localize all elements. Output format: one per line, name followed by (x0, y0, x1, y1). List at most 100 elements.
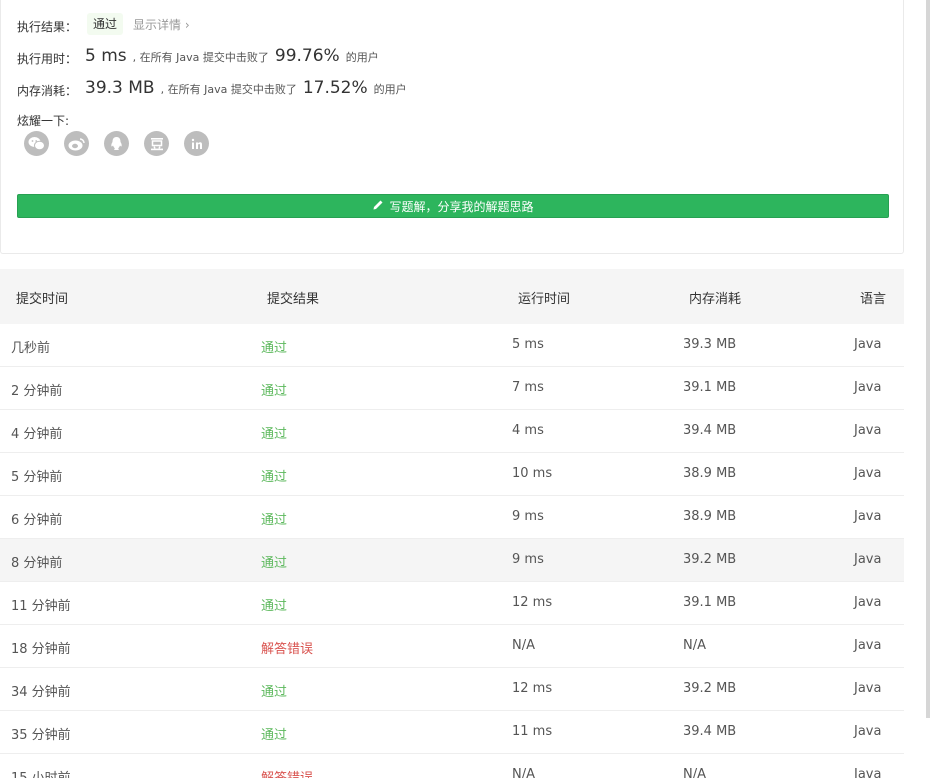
result-label: 执行结果： (17, 20, 78, 34)
share-buttons (24, 131, 209, 156)
cell-memory: 38.9 MB (683, 509, 737, 524)
memory-middle-text: , 在所有 Java 提交中击败了 (160, 83, 297, 96)
cell-runtime: 12 ms (512, 681, 553, 696)
cell-language: Java (854, 380, 882, 395)
table-row[interactable]: 34 分钟前 通过 12 ms 39.2 MB Java (0, 668, 904, 711)
header-submit-time: 提交时间 (16, 292, 69, 307)
cell-language: Java (854, 423, 882, 438)
cell-memory: 38.9 MB (683, 466, 737, 481)
cell-submit-time: 35 分钟前 (11, 728, 71, 743)
cell-memory: 39.4 MB (683, 423, 737, 438)
table-row[interactable]: 15 小时前 解答错误 N/A N/A Java (0, 754, 904, 778)
cell-language: Java (854, 681, 882, 696)
header-runtime: 运行时间 (518, 292, 571, 307)
scrollbar[interactable] (926, 0, 930, 718)
cell-language: Java (854, 595, 882, 610)
cell-runtime: N/A (512, 638, 535, 653)
table-row[interactable]: 几秒前 通过 5 ms 39.3 MB Java (0, 324, 904, 367)
memory-percent: 17.52% (302, 78, 368, 98)
weibo-icon[interactable] (64, 131, 89, 156)
cell-runtime: N/A (512, 767, 535, 778)
share-label: 炫耀一下: (17, 114, 70, 128)
qq-icon[interactable] (104, 131, 129, 156)
douban-icon[interactable] (144, 131, 169, 156)
cell-memory: 39.1 MB (683, 595, 737, 610)
write-solution-button[interactable]: 写题解，分享我的解题思路 (17, 194, 889, 218)
cell-runtime: 5 ms (512, 337, 544, 352)
table-row[interactable]: 6 分钟前 通过 9 ms 38.9 MB Java (0, 496, 904, 539)
cell-submit-time: 5 分钟前 (11, 470, 63, 485)
cell-submit-result[interactable]: 解答错误 (261, 767, 313, 778)
memory-label: 内存消耗： (17, 84, 78, 98)
cell-submit-result[interactable]: 通过 (261, 337, 287, 356)
cell-submit-result[interactable]: 通过 (261, 724, 287, 743)
table-row[interactable]: 4 分钟前 通过 4 ms 39.4 MB Java (0, 410, 904, 453)
write-solution-label: 写题解，分享我的解题思路 (389, 199, 534, 214)
table-row[interactable]: 5 分钟前 通过 10 ms 38.9 MB Java (0, 453, 904, 496)
header-language: 语言 (860, 292, 887, 307)
show-details-link[interactable]: 显示详情 › (133, 16, 190, 33)
runtime-middle-text: , 在所有 Java 提交中击败了 (132, 51, 269, 64)
cell-submit-time: 4 分钟前 (11, 427, 63, 442)
memory-value: 39.3 MB (85, 78, 155, 98)
cell-submit-result[interactable]: 通过 (261, 681, 287, 700)
cell-runtime: 11 ms (512, 724, 553, 739)
cell-memory: 39.3 MB (683, 337, 737, 352)
runtime-percent: 99.76% (274, 46, 340, 66)
header-memory: 内存消耗 (689, 292, 742, 307)
cell-language: Java (854, 552, 882, 567)
cell-language: Java (854, 724, 882, 739)
cell-submit-result[interactable]: 通过 (261, 423, 287, 442)
cell-memory: N/A (683, 638, 706, 653)
cell-memory: 39.1 MB (683, 380, 737, 395)
cell-submit-time: 11 分钟前 (11, 599, 71, 614)
cell-submit-time: 几秒前 (11, 341, 51, 356)
cell-submit-time: 18 分钟前 (11, 642, 71, 657)
cell-memory: 39.4 MB (683, 724, 737, 739)
runtime-value: 5 ms (85, 46, 127, 66)
runtime-line: 5 ms , 在所有 Java 提交中击败了 99.76% 的用户 (85, 46, 379, 66)
runtime-label: 执行用时： (17, 52, 78, 66)
cell-memory: 39.2 MB (683, 681, 737, 696)
cell-submit-time: 15 小时前 (11, 767, 71, 778)
table-header: 提交时间 提交结果 运行时间 内存消耗 语言 (0, 269, 904, 324)
table-row[interactable]: 35 分钟前 通过 11 ms 39.4 MB Java (0, 711, 904, 754)
cell-memory: N/A (683, 767, 706, 778)
table-row[interactable]: 8 分钟前 通过 9 ms 39.2 MB Java (0, 539, 904, 582)
linkedin-icon[interactable] (184, 131, 209, 156)
cell-runtime: 12 ms (512, 595, 553, 610)
cell-runtime: 9 ms (512, 509, 544, 524)
cell-submit-time: 2 分钟前 (11, 384, 63, 399)
cell-runtime: 4 ms (512, 423, 544, 438)
table-row[interactable]: 18 分钟前 解答错误 N/A N/A Java (0, 625, 904, 668)
submissions-table: 提交时间 提交结果 运行时间 内存消耗 语言 几秒前 通过 5 ms 39.3 MB J… (0, 269, 904, 778)
result-card: 执行结果： 通过 显示详情 › 执行用时： 5 ms , 在所有 Java 提交… (0, 0, 904, 254)
cell-submit-result[interactable]: 通过 (261, 466, 287, 485)
cell-submit-result[interactable]: 解答错误 (261, 638, 313, 657)
cell-language: Java (854, 466, 882, 481)
cell-language: Java (854, 767, 882, 778)
table-row[interactable]: 2 分钟前 通过 7 ms 39.1 MB Java (0, 367, 904, 410)
cell-language: Java (854, 509, 882, 524)
table-body: 几秒前 通过 5 ms 39.3 MB Java 2 分钟前 通过 7 ms 39.1 MB Ja… (0, 324, 904, 778)
cell-runtime: 10 ms (512, 466, 553, 481)
cell-language: Java (854, 337, 882, 352)
table-row[interactable]: 11 分钟前 通过 12 ms 39.1 MB Java (0, 582, 904, 625)
cell-memory: 39.2 MB (683, 552, 737, 567)
cell-language: Java (854, 638, 882, 653)
status-badge: 通过 (87, 13, 124, 35)
cell-submit-result[interactable]: 通过 (261, 509, 287, 528)
cell-runtime: 7 ms (512, 380, 544, 395)
memory-suffix: 的用户 (373, 83, 407, 96)
cell-submit-time: 34 分钟前 (11, 685, 71, 700)
cell-runtime: 9 ms (512, 552, 544, 567)
cell-submit-result[interactable]: 通过 (261, 552, 287, 571)
memory-line: 39.3 MB , 在所有 Java 提交中击败了 17.52% 的用户 (85, 78, 407, 98)
runtime-suffix: 的用户 (345, 51, 379, 64)
pencil-icon (372, 199, 384, 214)
cell-submit-result[interactable]: 通过 (261, 595, 287, 614)
cell-submit-result[interactable]: 通过 (261, 380, 287, 399)
header-submit-result: 提交结果 (267, 292, 320, 307)
wechat-icon[interactable] (24, 131, 49, 156)
cell-submit-time: 8 分钟前 (11, 556, 63, 571)
